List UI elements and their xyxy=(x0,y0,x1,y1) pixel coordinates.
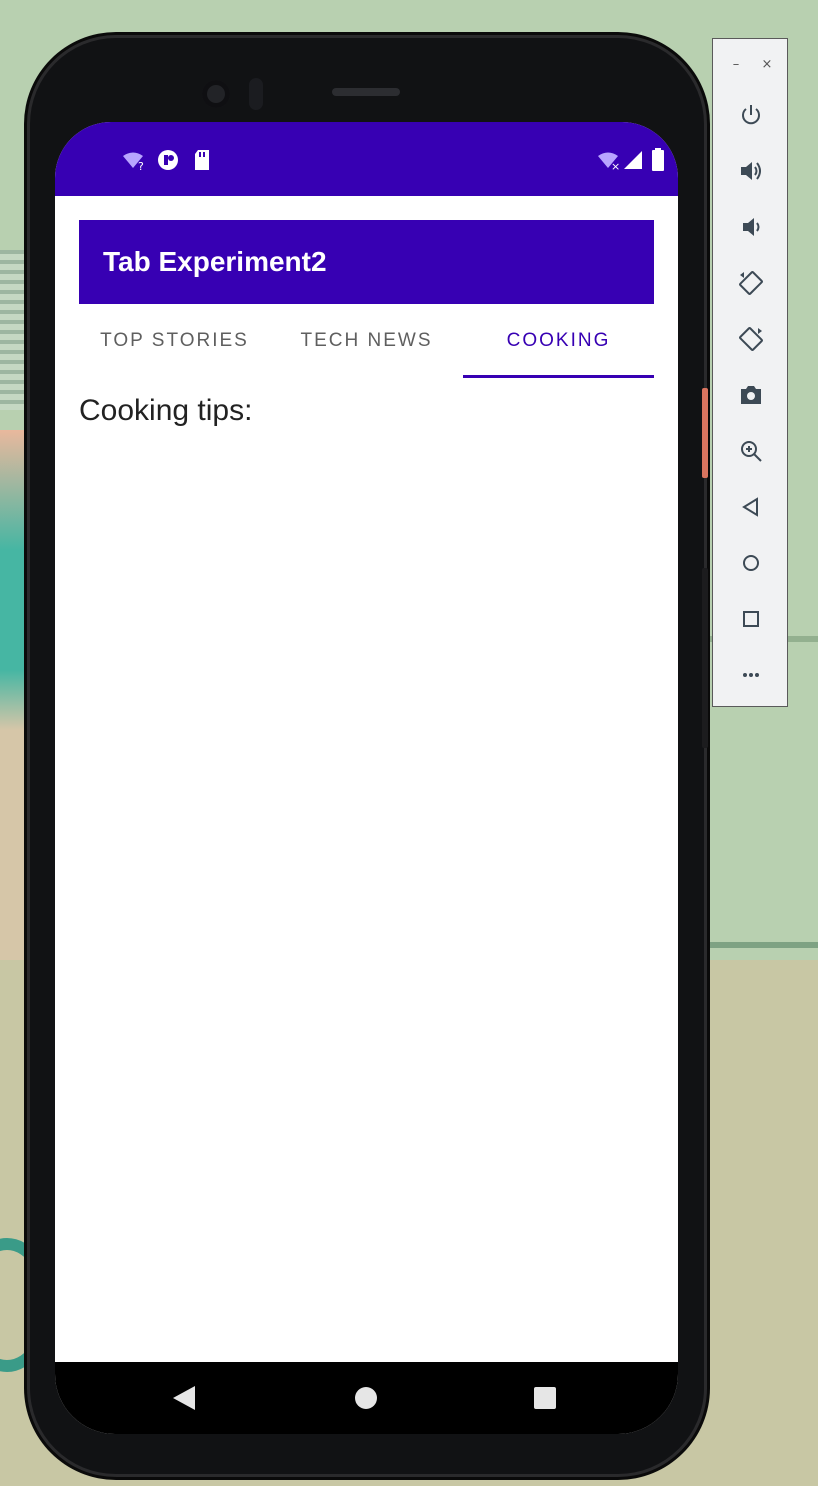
tab-cooking[interactable]: COOKING xyxy=(463,308,654,378)
zoom-icon[interactable] xyxy=(737,437,765,465)
rotate-right-icon[interactable] xyxy=(737,325,765,353)
recents-icon[interactable] xyxy=(531,1384,559,1412)
rotate-left-icon[interactable] xyxy=(737,269,765,297)
front-camera xyxy=(202,80,230,108)
wifi-off-icon: × xyxy=(598,152,620,170)
more-icon[interactable] xyxy=(737,661,765,689)
wallpaper-door-art xyxy=(0,250,30,410)
volume-down-icon[interactable] xyxy=(737,213,765,241)
wifi-unknown-icon: ? xyxy=(123,152,144,170)
tab-label: TOP STORIES xyxy=(100,330,249,351)
svg-text:?: ? xyxy=(138,160,144,170)
minimize-icon[interactable]: – xyxy=(729,57,743,72)
app-title: Tab Experiment2 xyxy=(103,246,327,277)
tab-selected-indicator xyxy=(463,375,654,378)
tab-tech-news[interactable]: TECH NEWS xyxy=(271,308,462,378)
back-icon[interactable] xyxy=(171,1384,199,1412)
status-bar: ? × xyxy=(55,122,678,196)
back-icon[interactable] xyxy=(737,493,765,521)
tab-label: COOKING xyxy=(506,330,611,351)
tab-layout: TOP STORIES TECH NEWS COOKING xyxy=(79,308,654,378)
fragment-content-text: Cooking tips: xyxy=(79,394,253,427)
app-toolbar: Tab Experiment2 xyxy=(79,220,654,304)
emulator-phone-frame: ? × Tab Experiment2 TOP STORIES TECH NEW… xyxy=(30,38,708,1474)
screenshot-icon[interactable] xyxy=(737,381,765,409)
tab-top-stories[interactable]: TOP STORIES xyxy=(79,308,270,378)
volume-up-icon[interactable] xyxy=(737,157,765,185)
close-icon[interactable]: × xyxy=(760,57,774,72)
cell-signal-icon xyxy=(624,151,642,169)
power-icon[interactable] xyxy=(737,101,765,129)
overview-icon[interactable] xyxy=(737,605,765,633)
navigation-bar xyxy=(55,1362,678,1434)
wallpaper-rail-art xyxy=(690,942,818,948)
battery-icon xyxy=(652,148,664,171)
earpiece-speaker xyxy=(332,88,400,96)
proximity-sensor xyxy=(249,78,263,110)
tab-label: TECH NEWS xyxy=(300,330,433,351)
device-screen: ? × Tab Experiment2 TOP STORIES TECH NEW… xyxy=(55,122,678,1434)
sd-card-icon xyxy=(195,150,209,170)
home-icon[interactable] xyxy=(352,1384,380,1412)
home-icon[interactable] xyxy=(737,549,765,577)
volume-hardware-button[interactable] xyxy=(702,568,708,748)
emulator-toolbar: – × xyxy=(712,38,788,707)
data-saver-icon xyxy=(158,150,178,170)
power-hardware-button[interactable] xyxy=(702,388,708,478)
svg-text:×: × xyxy=(611,160,620,170)
